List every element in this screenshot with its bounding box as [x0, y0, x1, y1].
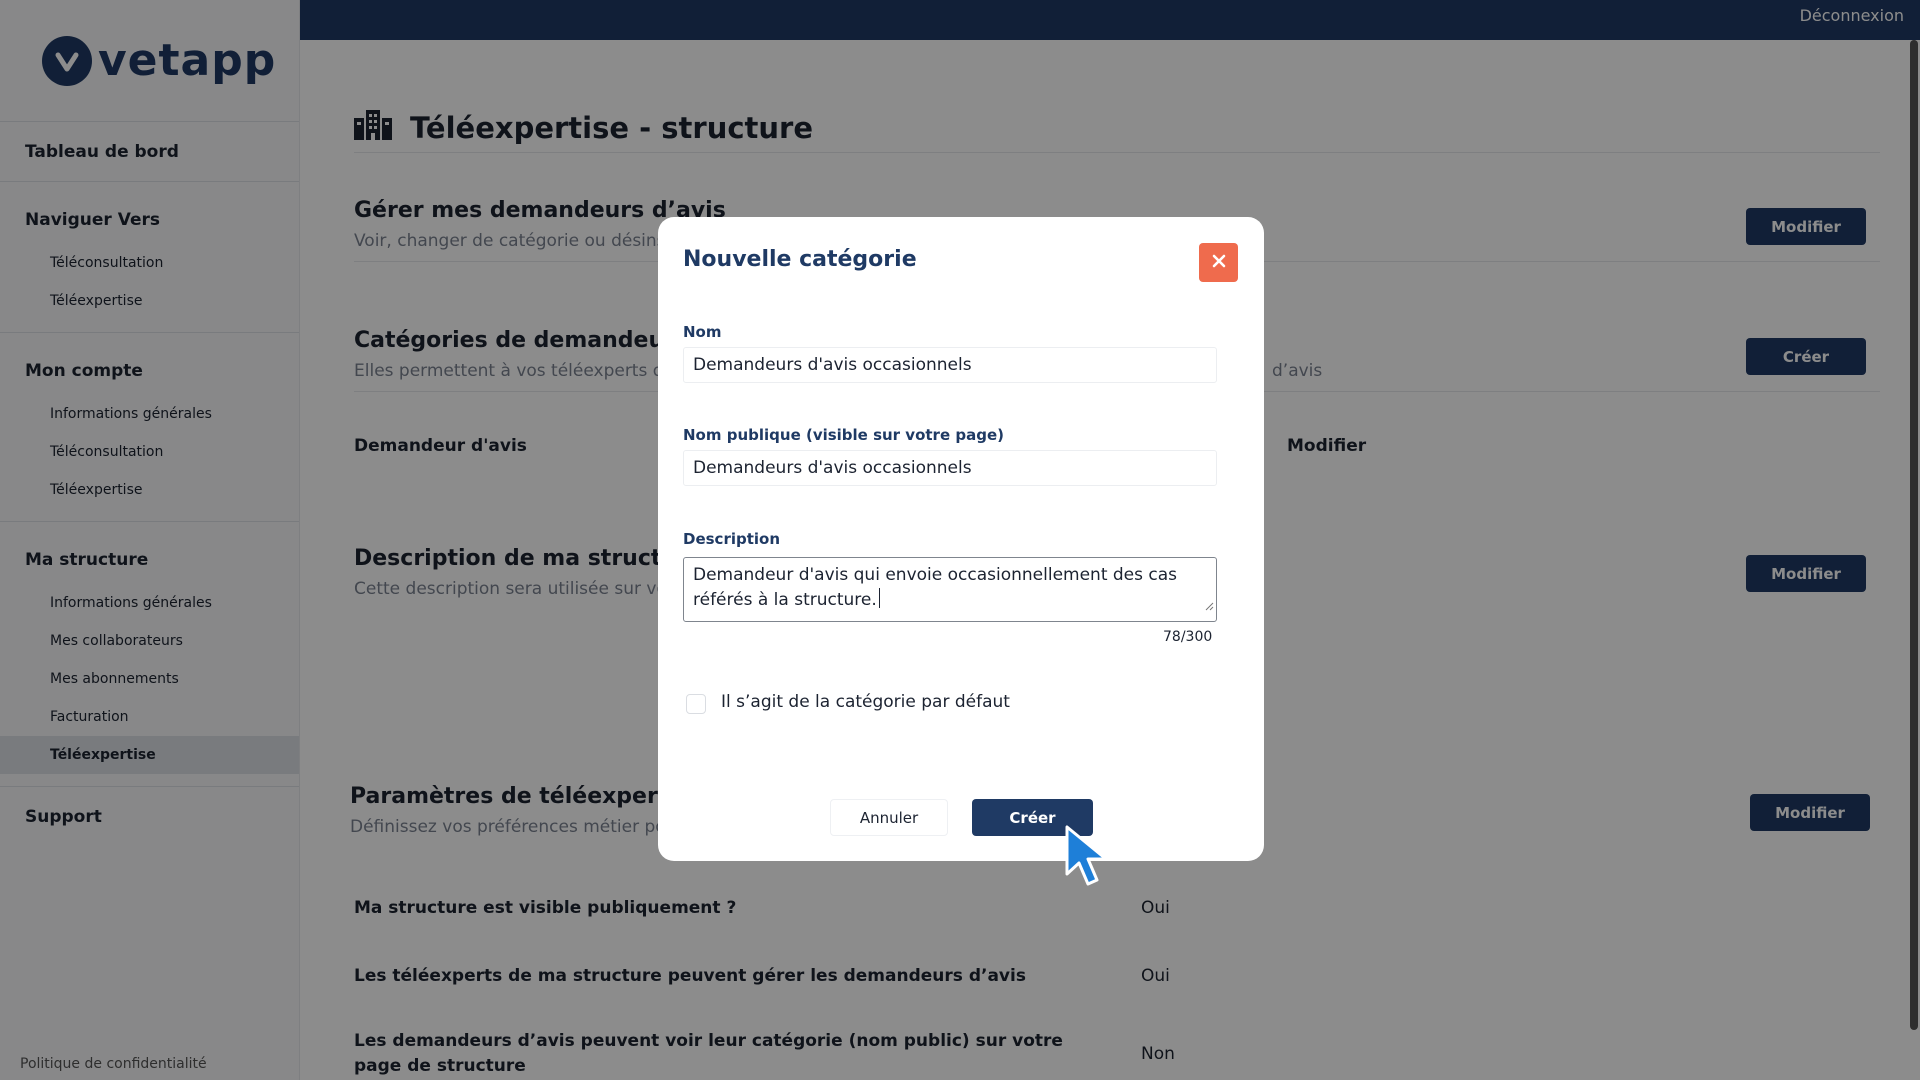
text-caret: [878, 588, 880, 608]
character-counter: 78/300: [1163, 629, 1213, 645]
description-textarea[interactable]: Demandeur d'avis qui envoie occasionnell…: [683, 557, 1217, 622]
new-category-modal: Nouvelle catégorie Nom Demandeurs d'avis…: [658, 217, 1264, 861]
modal-title: Nouvelle catégorie: [683, 247, 917, 272]
default-category-checkbox[interactable]: [686, 694, 706, 714]
close-icon: [1211, 253, 1227, 273]
description-text: Demandeur d'avis qui envoie occasionnell…: [693, 565, 1178, 610]
default-category-label[interactable]: Il s’agit de la catégorie par défaut: [721, 692, 1010, 712]
public-name-label: Nom publique (visible sur votre page): [683, 426, 1004, 444]
public-name-input[interactable]: Demandeurs d'avis occasionnels: [683, 450, 1217, 486]
description-label: Description: [683, 530, 781, 548]
name-label: Nom: [683, 323, 722, 341]
cancel-button[interactable]: Annuler: [830, 799, 948, 836]
close-button[interactable]: [1199, 243, 1238, 282]
mouse-pointer-icon: [1064, 824, 1118, 894]
name-input[interactable]: Demandeurs d'avis occasionnels: [683, 347, 1217, 383]
resize-grip-icon[interactable]: [1204, 594, 1214, 619]
